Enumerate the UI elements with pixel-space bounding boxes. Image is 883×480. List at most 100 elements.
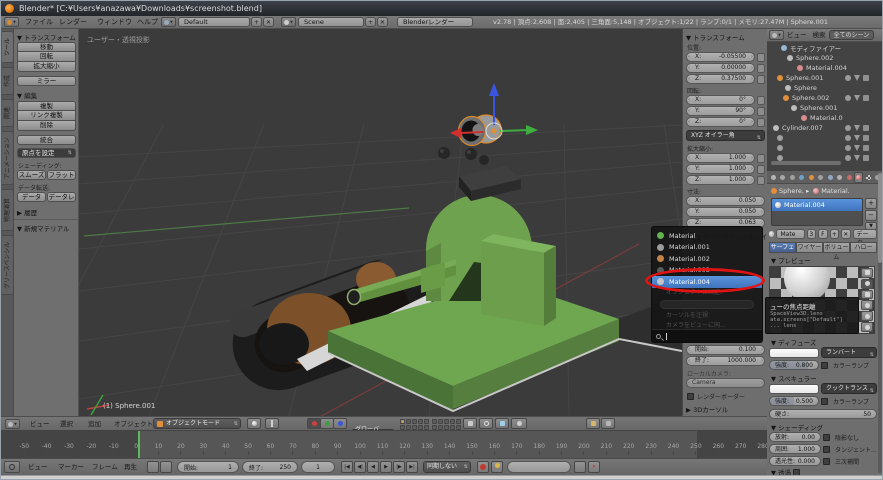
restrict-icons[interactable] — [845, 135, 869, 141]
tab-world-icon[interactable] — [797, 172, 805, 183]
lock-icon[interactable] — [757, 118, 765, 127]
clip-start-field[interactable]: 開始:0.100 — [686, 345, 765, 355]
preview-hair-button[interactable] — [861, 311, 873, 321]
properties-scrollbar[interactable] — [878, 173, 882, 473]
slot-add-button[interactable]: + — [865, 198, 877, 209]
pivot-dropdown[interactable] — [265, 418, 279, 429]
data-transfer-button[interactable]: データ — [17, 192, 46, 202]
next-keyframe-button[interactable]: |▶ — [393, 461, 405, 473]
emit-slider[interactable]: 放射:0.00 — [769, 432, 821, 442]
material-popup-item[interactable]: Material — [652, 230, 762, 242]
panel-header-transform[interactable]: ▼ トランスフォーム — [17, 32, 76, 42]
rotation-z-field[interactable]: Z:0° — [686, 117, 755, 127]
specular-color-swatch[interactable] — [769, 384, 819, 394]
menu-file[interactable]: ファイル — [21, 16, 57, 29]
dim-y-field[interactable]: Y:0.050 — [686, 207, 765, 217]
scale-button[interactable]: 拡大縮小 — [17, 62, 76, 72]
outliner-row[interactable]: Material.0 — [801, 113, 843, 123]
lock-to-scene-icon[interactable] — [463, 418, 477, 429]
play-button[interactable]: ▶ — [380, 461, 392, 473]
lock-icon[interactable] — [757, 96, 765, 105]
rotation-x-field[interactable]: X:0° — [686, 95, 755, 105]
keying-set-field[interactable] — [507, 461, 571, 473]
tab-texture-icon[interactable] — [864, 172, 872, 183]
sync-dropdown[interactable]: 同期しない — [423, 461, 471, 473]
slot-remove-button[interactable]: − — [865, 210, 877, 221]
tab-scene-icon[interactable] — [788, 172, 796, 183]
frame-lock-toggle[interactable] — [160, 461, 172, 473]
preview-cube-button[interactable] — [861, 290, 873, 300]
rotation-mode-dropdown[interactable]: XYZ オイラー角 — [686, 130, 765, 141]
tab-render-icon[interactable] — [769, 172, 777, 183]
viewport-shading-dropdown[interactable] — [247, 418, 261, 429]
scene-add-button[interactable]: + — [365, 17, 376, 27]
lock-icon[interactable] — [757, 75, 765, 84]
join-button[interactable]: 統合 — [17, 135, 76, 145]
diffuse-ramp-checkbox[interactable] — [821, 362, 828, 369]
location-x-field[interactable]: X:-0.05500 — [686, 52, 755, 62]
outliner-editor-icon[interactable] — [769, 30, 784, 40]
layer-buttons[interactable] — [400, 419, 461, 430]
timeline-menu-view[interactable]: ビュー — [25, 459, 51, 476]
viewport-3d[interactable]: ユーザー・透視投影 (1) Sphere.001 — [79, 29, 682, 416]
translucency-slider[interactable]: 透光性:0.000 — [769, 456, 821, 466]
shade-smooth-button[interactable]: スムーズ — [17, 170, 46, 180]
render-border-checkbox[interactable] — [687, 393, 694, 400]
restrict-icons[interactable] — [845, 95, 869, 101]
dim-x-field[interactable]: X:0.050 — [686, 196, 765, 206]
location-z-field[interactable]: Z:0.37500 — [686, 74, 755, 84]
specular-ramp-checkbox[interactable] — [821, 398, 828, 405]
material-popup-item[interactable]: Material.001 — [652, 242, 762, 254]
rotate-button[interactable]: 回転 — [17, 52, 76, 62]
outliner-row[interactable]: Sphere — [785, 83, 817, 93]
tab-physics[interactable]: 物理演算 — [2, 189, 14, 231]
lock-icon[interactable] — [757, 154, 765, 163]
tab-modifiers-icon[interactable] — [826, 172, 834, 183]
tab-material-icon-active[interactable] — [854, 172, 863, 183]
datablock-dropdown[interactable]: データ — [853, 229, 877, 239]
menu-help[interactable]: ヘルプ — [133, 16, 162, 29]
keying-set-icon[interactable] — [491, 461, 503, 473]
ambient-slider[interactable]: 周囲:1.000 — [769, 444, 821, 454]
outliner-row-active[interactable]: Sphere.001 — [777, 73, 823, 83]
tab-constraints-icon[interactable] — [816, 172, 824, 183]
outliner-row[interactable] — [777, 143, 786, 153]
manipulator-scale-button[interactable] — [333, 418, 347, 429]
restrict-icons[interactable] — [845, 125, 869, 131]
preview-range-toggle[interactable] — [147, 461, 159, 473]
delete-button[interactable]: 削除 — [17, 121, 76, 131]
linked-duplicate-button[interactable]: リンク複製 — [17, 111, 76, 121]
tab-create[interactable]: 作成 — [2, 67, 14, 95]
shade-flat-button[interactable]: フラット — [47, 170, 76, 180]
timeline-editor-icon[interactable] — [4, 461, 20, 473]
tab-material-icon[interactable] — [845, 172, 853, 183]
tab-grease-pencil[interactable]: グリースペンシル — [2, 235, 14, 295]
new-material-button[interactable]: + — [830, 229, 839, 239]
move-button[interactable]: 移動 — [17, 42, 76, 52]
viewport-menu-object[interactable]: オブジェクト — [111, 417, 156, 431]
panel-header-history[interactable]: ▶ 履歴 — [17, 207, 37, 217]
scene-delete-button[interactable]: ✕ — [377, 17, 388, 27]
render-opengl-anim-button[interactable] — [601, 418, 615, 429]
cursor-3d-header[interactable]: ▶ 3Dカーソル — [686, 404, 728, 414]
data-layout-button[interactable]: データレ — [47, 192, 76, 202]
restrict-icons[interactable] — [845, 145, 869, 151]
screen-layout-field[interactable]: Default — [178, 17, 250, 27]
set-origin-dropdown[interactable]: 原点を設定 — [17, 148, 76, 158]
users-count-button[interactable]: 3 — [807, 229, 816, 239]
type-tab-surface[interactable]: サーフェ — [769, 242, 796, 253]
tab-render-layers-icon[interactable] — [778, 172, 786, 183]
render-engine-select[interactable]: Blenderレンダー — [397, 17, 473, 27]
lock-icon[interactable] — [757, 64, 765, 73]
local-camera-field[interactable]: Camera — [686, 378, 765, 388]
layout-add-button[interactable]: + — [251, 17, 262, 27]
specular-intensity-slider[interactable]: 強度:0.500 — [769, 396, 819, 406]
outliner-row[interactable]: Sphere.002 — [783, 93, 829, 103]
outliner-menu-view[interactable]: ビュー — [784, 29, 810, 42]
rotation-y-field[interactable]: Y:90° — [686, 106, 755, 116]
scale-z-field[interactable]: Z:1.000 — [686, 175, 755, 185]
specular-shader-dropdown[interactable]: クックトランス — [821, 383, 877, 394]
outliner-scrollbar[interactable] — [771, 161, 841, 165]
previous-keyframe-button[interactable]: ◀| — [354, 461, 366, 473]
viewport-menu-select[interactable]: 選択 — [57, 417, 76, 431]
